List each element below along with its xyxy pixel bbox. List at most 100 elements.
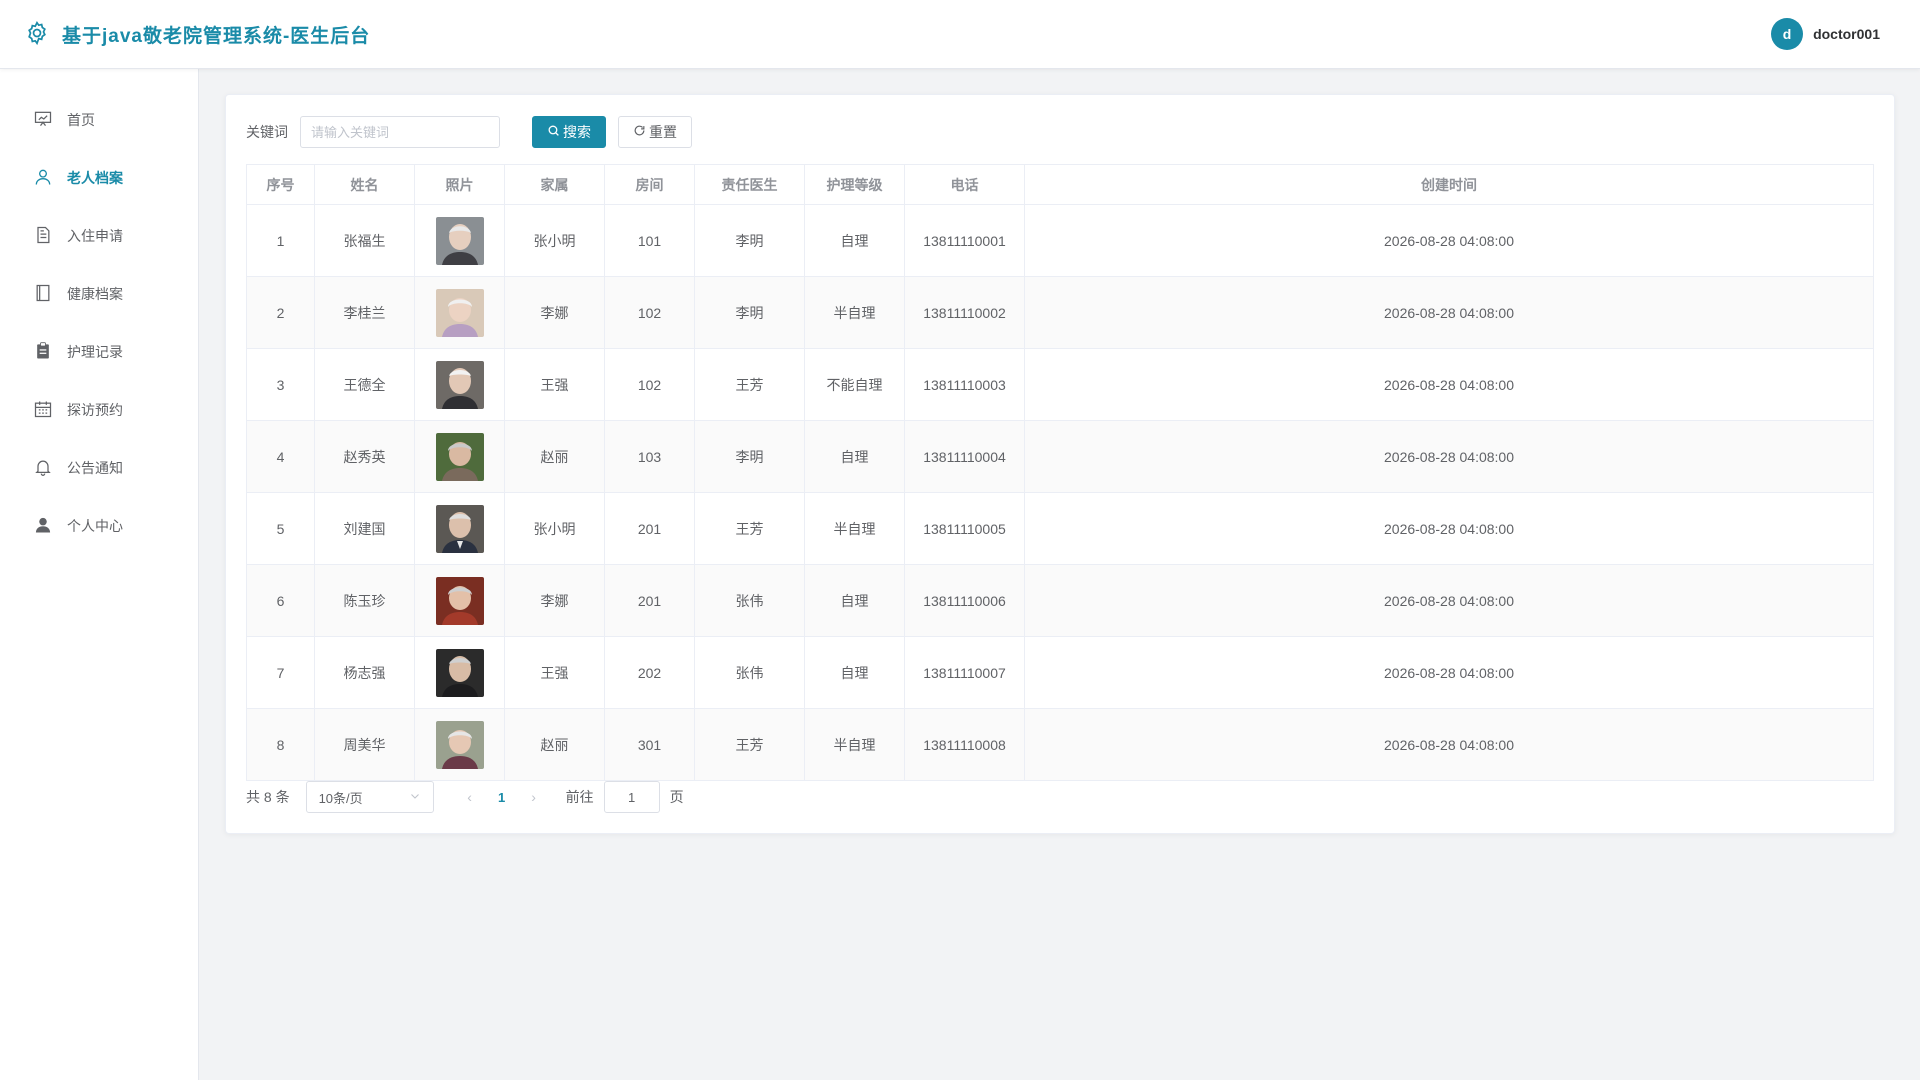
page-number-current[interactable]: 1 (486, 790, 518, 805)
sidebar-item-label: 公告通知 (67, 460, 123, 476)
cell-photo (414, 204, 505, 277)
cell-family: 王强 (504, 636, 605, 709)
table-row[interactable]: 1 张福生 张小明 101 李明 自理 13811110001 2026-08-… (246, 204, 1874, 277)
sidebar-item-notice[interactable]: 公告通知 (0, 439, 198, 497)
sidebar-item-elderly-records[interactable]: 老人档案 (0, 149, 198, 207)
column-header: 责任医生 (694, 164, 805, 205)
keyword-label: 关键词 (246, 124, 288, 140)
cell-doctor: 张伟 (694, 636, 805, 709)
sidebar-item-admission[interactable]: 入住申请 (0, 207, 198, 265)
elder-photo[interactable] (435, 288, 484, 337)
sidebar-item-health[interactable]: 健康档案 (0, 265, 198, 323)
table-row[interactable]: 6 陈玉珍 李娜 201 张伟 自理 13811110006 2026-08-2… (246, 564, 1874, 637)
column-header: 房间 (604, 164, 695, 205)
table-header-row: 序号 姓名 照片 家属 房间 责任医生 护理等级 电话 创建时间 (246, 164, 1874, 205)
cell-created: 2026-08-28 04:08:00 (1024, 420, 1874, 493)
sidebar: 首页 老人档案 入住申请 健康档案 护理记录 探访预约 公告通知 个人中心 (0, 69, 199, 1080)
elder-photo[interactable] (435, 360, 484, 409)
cell-doctor: 王芳 (694, 348, 805, 421)
goto-label: 前往 (565, 789, 594, 805)
cell-name: 杨志强 (314, 636, 415, 709)
user-menu[interactable]: d doctor001 (1771, 18, 1880, 50)
reset-button-label: 重置 (649, 124, 677, 140)
cell-room: 103 (604, 420, 695, 493)
cell-created: 2026-08-28 04:08:00 (1024, 204, 1874, 277)
search-button-label: 搜索 (563, 124, 591, 140)
avatar[interactable]: d (1771, 18, 1804, 50)
chevron-down-icon (409, 790, 421, 805)
sidebar-item-label: 入住申请 (67, 228, 123, 244)
cell-level: 半自理 (804, 492, 905, 565)
cell-level: 不能自理 (804, 348, 905, 421)
table-row[interactable]: 7 杨志强 王强 202 张伟 自理 13811110007 2026-08-2… (246, 636, 1874, 709)
table-row[interactable]: 2 李桂兰 李娜 102 李明 半自理 13811110002 2026-08-… (246, 276, 1874, 349)
cell-photo (414, 276, 505, 349)
cell-phone: 13811110003 (904, 348, 1025, 421)
bell-icon (33, 457, 53, 480)
notebook-icon (33, 283, 53, 306)
cell-room: 201 (604, 492, 695, 565)
sidebar-item-profile[interactable]: 个人中心 (0, 497, 198, 555)
table-row[interactable]: 5 刘建国 张小明 201 王芳 半自理 13811110005 2026-08… (246, 492, 1874, 565)
cell-name: 周美华 (314, 708, 415, 781)
table-row[interactable]: 8 周美华 赵丽 301 王芳 半自理 13811110008 2026-08-… (246, 708, 1874, 781)
cell-name: 刘建国 (314, 492, 415, 565)
cell-phone: 13811110001 (904, 204, 1025, 277)
cell-photo (414, 420, 505, 493)
search-icon (547, 124, 560, 140)
pagination: 共 8 条 10条/页 ‹ 1 › 前往 1 页 (246, 781, 1874, 813)
sidebar-item-label: 个人中心 (67, 518, 123, 534)
top-header: 基于java敬老院管理系统-医生后台 d doctor001 (0, 0, 1920, 69)
cell-phone: 13811110007 (904, 636, 1025, 709)
cell-doctor: 李明 (694, 204, 805, 277)
cell-doctor: 李明 (694, 276, 805, 349)
person-icon (33, 515, 53, 538)
table-row[interactable]: 4 赵秀英 赵丽 103 李明 自理 13811110004 2026-08-2… (246, 420, 1874, 493)
cell-phone: 13811110005 (904, 492, 1025, 565)
sidebar-item-label: 首页 (67, 112, 95, 128)
gear-icon[interactable] (24, 20, 50, 49)
cell-no: 7 (246, 636, 315, 709)
calendar-icon (33, 399, 53, 422)
cell-level: 自理 (804, 420, 905, 493)
cell-level: 自理 (804, 636, 905, 709)
elderly-table: 序号 姓名 照片 家属 房间 责任医生 护理等级 电话 创建时间 1 张福生 张… (246, 164, 1874, 781)
cell-created: 2026-08-28 04:08:00 (1024, 276, 1874, 349)
cell-photo (414, 348, 505, 421)
sidebar-item-label: 护理记录 (67, 344, 123, 360)
keyword-input[interactable] (300, 116, 500, 148)
elder-photo[interactable] (435, 576, 484, 625)
prev-page-icon[interactable]: ‹ (454, 789, 486, 805)
column-header: 创建时间 (1024, 164, 1874, 205)
cell-name: 张福生 (314, 204, 415, 277)
next-page-icon[interactable]: › (518, 789, 550, 805)
sidebar-item-home[interactable]: 首页 (0, 91, 198, 149)
reset-button[interactable]: 重置 (618, 116, 692, 148)
cell-family: 李娜 (504, 564, 605, 637)
elder-photo[interactable] (435, 720, 484, 769)
elder-photo[interactable] (435, 504, 484, 553)
cell-doctor: 李明 (694, 420, 805, 493)
cell-level: 半自理 (804, 708, 905, 781)
cell-family: 张小明 (504, 204, 605, 277)
cell-name: 王德全 (314, 348, 415, 421)
elder-photo[interactable] (435, 432, 484, 481)
cell-photo (414, 564, 505, 637)
cell-no: 3 (246, 348, 315, 421)
search-button[interactable]: 搜索 (532, 116, 606, 148)
cell-family: 李娜 (504, 276, 605, 349)
cell-photo (414, 708, 505, 781)
goto-page-input[interactable]: 1 (603, 781, 660, 813)
cell-family: 张小明 (504, 492, 605, 565)
table-row[interactable]: 3 王德全 王强 102 王芳 不能自理 13811110003 2026-08… (246, 348, 1874, 421)
cell-doctor: 王芳 (694, 492, 805, 565)
main-panel: 关键词 搜索 重置 序号 姓名 照片 家属 房间 责任医生 (225, 94, 1895, 834)
cell-name: 陈玉珍 (314, 564, 415, 637)
elder-photo[interactable] (435, 216, 484, 265)
page-size-select[interactable]: 10条/页 (305, 781, 434, 813)
cell-phone: 13811110008 (904, 708, 1025, 781)
sidebar-item-visit[interactable]: 探访预约 (0, 381, 198, 439)
elder-photo[interactable] (435, 648, 484, 697)
sidebar-item-nursing[interactable]: 护理记录 (0, 323, 198, 381)
username[interactable]: doctor001 (1813, 26, 1880, 42)
